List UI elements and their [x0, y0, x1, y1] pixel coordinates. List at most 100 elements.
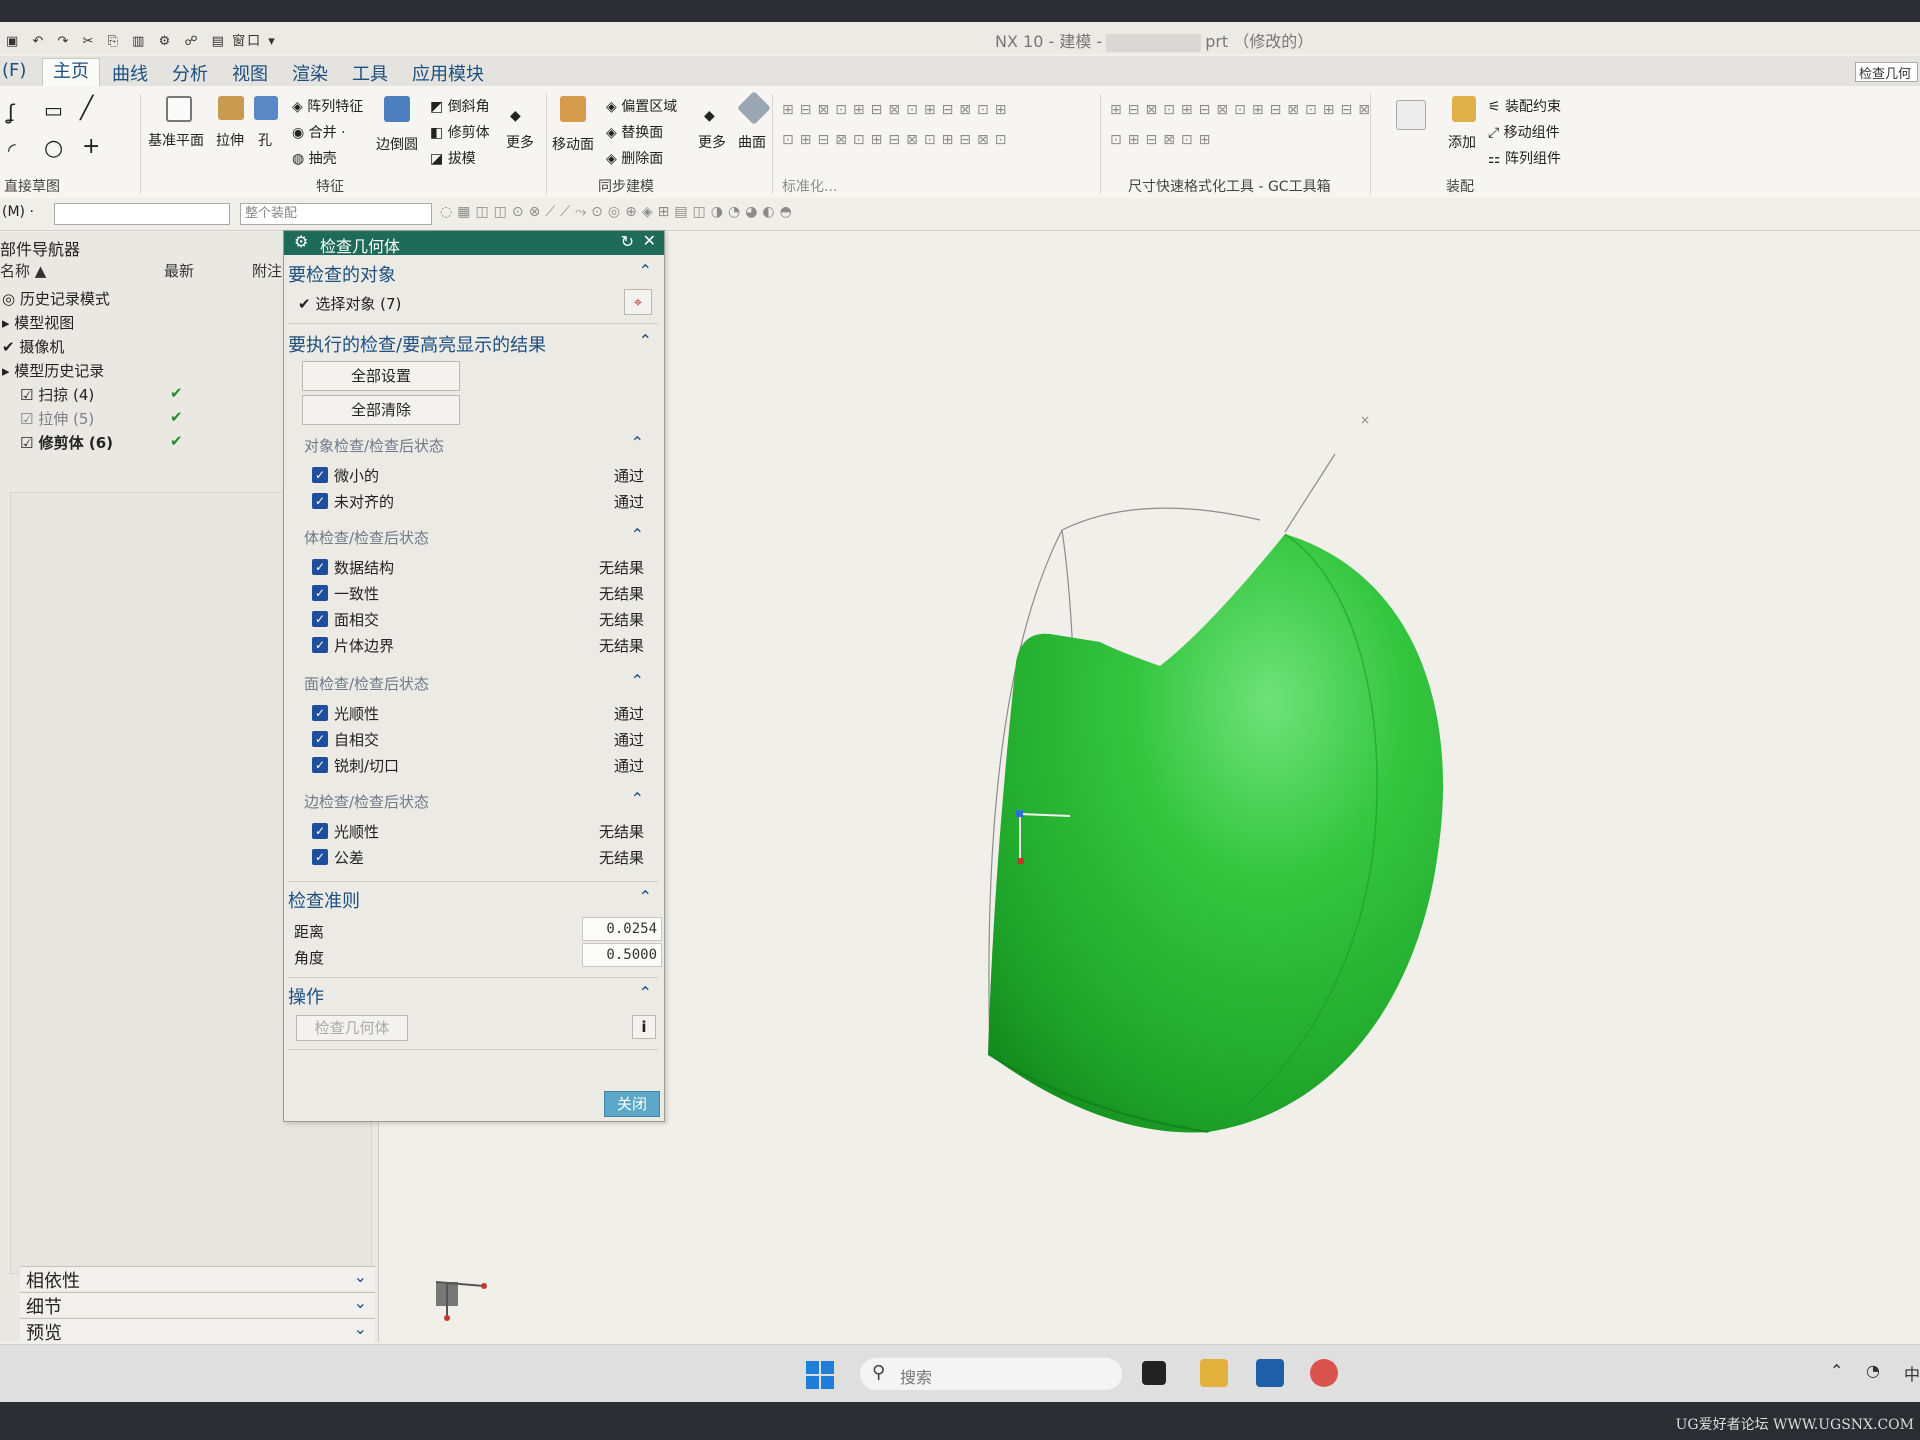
checkbox-checked-icon[interactable]: ✓	[312, 493, 328, 509]
nx-app-icon[interactable]	[1310, 1359, 1338, 1387]
subsection-edge-checks[interactable]: 边检查/检查后状态 ⌃	[304, 789, 644, 812]
more-sync-button[interactable]: 更多	[698, 132, 726, 152]
standard-tools-row1[interactable]: ⊞⊟⊠⊡⊞⊟⊠⊡⊞⊟⊠⊡⊞	[782, 102, 1013, 118]
offset-region-button[interactable]: ◈ 偏置区域	[606, 96, 677, 116]
chevron-up-icon[interactable]: ⌃	[639, 887, 652, 906]
surface-icon[interactable]	[737, 91, 771, 125]
add-component-icon[interactable]	[1452, 96, 1476, 122]
gc-tools-row1[interactable]: ⊞⊟⊠⊡⊞⊟⊠⊡⊞⊟⊠⊡⊞⊟⊠	[1110, 102, 1376, 118]
checkbox-checked-icon[interactable]: ✓	[312, 467, 328, 483]
assembly-constraints-button[interactable]: ⚟ 装配约束	[1488, 96, 1561, 116]
set-all-button[interactable]: 全部设置	[302, 361, 460, 391]
move-component-button[interactable]: ⤢ 移动组件	[1488, 122, 1560, 142]
copy-icon[interactable]: ⎘	[108, 34, 120, 49]
check-row-spikes-cuts[interactable]: ✓ 锐刺/切口 通过	[312, 755, 650, 777]
redo-icon[interactable]: ↷	[57, 34, 70, 49]
trim-body-button[interactable]: ◧ 修剪体	[430, 122, 490, 142]
clear-all-button[interactable]: 全部清除	[302, 395, 460, 425]
check-row-face-smoothness[interactable]: ✓ 光顺性 通过	[312, 703, 650, 725]
chamfer-button[interactable]: ◩ 倒斜角	[430, 96, 490, 116]
angle-tolerance-input[interactable]: 0.5000	[582, 943, 662, 967]
checkbox-checked-icon[interactable]: ✓	[312, 559, 328, 575]
chevron-up-icon[interactable]: ⌃	[631, 789, 644, 808]
circle-icon[interactable]: ○	[44, 136, 63, 161]
draft-button[interactable]: ◪ 拔模	[430, 148, 476, 168]
check-geometry-button[interactable]: 检查几何体	[296, 1015, 408, 1041]
quick-access-toolbar[interactable]: ▣ ↶ ↷ ✂ ⎘ ▥ ⚙ ☍ ▤ 窗口 ▾	[6, 30, 283, 49]
subsection-face-checks[interactable]: 面检查/检查后状态 ⌃	[304, 671, 644, 694]
snap-tools[interactable]: ◌▦◫◫⊙⊗⟋⟋⤳⊙◎⊕◈⊞▤◫◑◔◕◐◓	[440, 204, 797, 220]
subsection-body-checks[interactable]: 体检查/检查后状态 ⌃	[304, 525, 644, 548]
section-check-criteria[interactable]: 检查准则 ⌃	[288, 887, 656, 913]
pattern-feature-button[interactable]: ◈ 阵列特征	[292, 96, 363, 116]
check-row-tolerance[interactable]: ✓ 公差 无结果	[312, 847, 650, 869]
chevron-up-icon[interactable]: ⌃	[631, 671, 644, 690]
assembly-filter-select[interactable]: 整个装配	[240, 203, 432, 225]
taskbar-search-input[interactable]: ⚲ 搜索	[860, 1358, 1122, 1390]
chevron-up-icon[interactable]: ⌃	[631, 433, 644, 452]
type-filter-select[interactable]	[54, 203, 230, 225]
arc-icon[interactable]: ◜	[8, 138, 16, 162]
point-icon[interactable]: +	[82, 134, 100, 159]
select-objects-crosshair-icon[interactable]: ⌖	[624, 289, 652, 315]
link-icon[interactable]: ☍	[184, 34, 199, 49]
tab-render[interactable]: 渲染	[292, 60, 328, 86]
settings-icon[interactable]: ⚙	[159, 34, 173, 49]
rectangle-icon[interactable]: ▭	[44, 98, 63, 122]
panel-dependencies[interactable]: 相依性 ⌄	[20, 1266, 375, 1292]
undo-icon[interactable]: ↶	[32, 34, 45, 49]
more-sync-icon[interactable]: ◆	[704, 108, 715, 124]
check-row-self-intersection[interactable]: ✓ 自相交 通过	[312, 729, 650, 751]
shell-button[interactable]: ◍ 抽壳	[292, 148, 337, 168]
check-row-data-structure[interactable]: ✓ 数据结构 无结果	[312, 557, 650, 579]
file-menu[interactable]: (F)	[2, 60, 26, 81]
view-triad[interactable]	[435, 1281, 487, 1321]
tab-curve[interactable]: 曲线	[112, 60, 148, 86]
tab-view[interactable]: 视图	[232, 60, 268, 86]
close-icon[interactable]: ✕	[643, 231, 656, 250]
reset-icon[interactable]: ↻	[621, 232, 634, 251]
task-view-icon[interactable]	[1142, 1361, 1166, 1385]
checkbox-checked-icon[interactable]: ✓	[312, 585, 328, 601]
delete-face-button[interactable]: ◈ 删除面	[606, 148, 663, 168]
section-actions[interactable]: 操作 ⌃	[288, 983, 656, 1009]
extrude-icon[interactable]	[218, 96, 244, 120]
gc-tools-row2[interactable]: ⊡⊞⊟⊠⊡⊞	[1110, 132, 1216, 148]
panel-details[interactable]: 细节 ⌄	[20, 1292, 375, 1318]
assembly-new-icon[interactable]	[1396, 100, 1426, 130]
command-search-input[interactable]: 检查几何	[1855, 62, 1918, 82]
chevron-up-icon[interactable]: ⌃	[639, 261, 652, 280]
section-checks-to-perform[interactable]: 要执行的检查/要高亮显示的结果 ⌃	[288, 331, 656, 357]
chevron-up-icon[interactable]: ⌃	[631, 525, 644, 544]
check-row-face-intersection[interactable]: ✓ 面相交 无结果	[312, 609, 650, 631]
menu-dropdown[interactable]: (M) ·	[2, 204, 34, 220]
tab-home[interactable]: 主页	[42, 58, 100, 87]
subsection-object-checks[interactable]: 对象检查/检查后状态 ⌃	[304, 433, 644, 456]
tray-network-icon[interactable]: ◔	[1866, 1361, 1880, 1380]
hole-button[interactable]: 孔	[258, 130, 272, 150]
save-icon[interactable]: ▣	[6, 34, 20, 49]
cut-icon[interactable]: ✂	[83, 34, 96, 49]
chevron-up-icon[interactable]: ⌃	[639, 983, 652, 1002]
standard-tools-row2[interactable]: ⊡⊞⊟⊠⊡⊞⊟⊠⊡⊞⊟⊠⊡	[782, 132, 1013, 148]
checkbox-checked-icon[interactable]: ✓	[312, 637, 328, 653]
datum-plane-button[interactable]: 基准平面	[148, 130, 204, 150]
window-menu[interactable]: ▤ 窗口 ▾	[212, 34, 277, 49]
file-explorer-icon[interactable]	[1200, 1359, 1228, 1387]
col-latest[interactable]: 最新	[164, 260, 194, 281]
extrude-button[interactable]: 拉伸	[216, 130, 244, 150]
select-objects-label[interactable]: ✔ 选择对象 (7)	[298, 293, 401, 314]
checkbox-checked-icon[interactable]: ✓	[312, 705, 328, 721]
distance-tolerance-input[interactable]: 0.0254	[582, 917, 662, 941]
store-icon[interactable]	[1256, 1359, 1284, 1387]
move-face-button[interactable]: 移动面	[552, 134, 594, 154]
close-button[interactable]: 关闭	[604, 1091, 660, 1117]
tray-chevron-up-icon[interactable]: ⌃	[1830, 1361, 1843, 1380]
check-row-sheet-boundary[interactable]: ✓ 片体边界 无结果	[312, 635, 650, 657]
hole-icon[interactable]	[254, 96, 278, 120]
line-icon[interactable]: ╱	[80, 96, 93, 121]
col-name[interactable]: 名称 ▲	[0, 260, 46, 281]
check-row-consistency[interactable]: ✓ 一致性 无结果	[312, 583, 650, 605]
surface-button[interactable]: 曲面	[738, 132, 766, 152]
col-notes[interactable]: 附注	[252, 260, 282, 281]
